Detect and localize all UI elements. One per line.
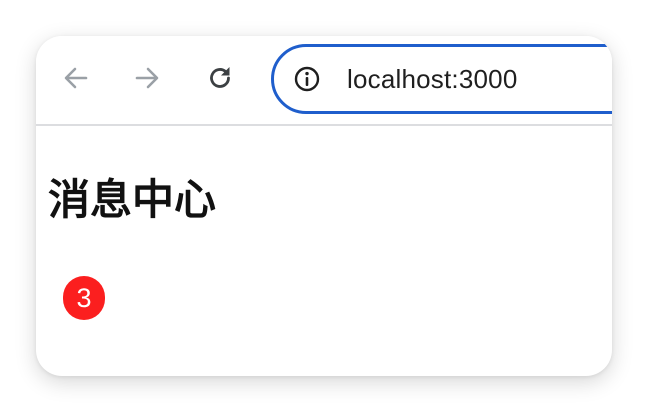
- screenshot-stage: localhost:3000 消息中心 3: [0, 0, 648, 412]
- page-content: 消息中心 3: [36, 126, 612, 376]
- site-info-button[interactable]: [292, 64, 322, 94]
- reload-icon: [210, 67, 230, 88]
- browser-window: localhost:3000 消息中心 3: [36, 36, 612, 376]
- arrow-right-icon: [135, 67, 159, 89]
- notification-count-badge: 3: [63, 276, 105, 320]
- arrow-left-icon: [64, 67, 88, 89]
- address-bar[interactable]: localhost:3000: [271, 44, 612, 114]
- info-icon: [294, 66, 320, 92]
- url-text[interactable]: localhost:3000: [347, 64, 517, 94]
- back-button[interactable]: [58, 60, 94, 96]
- browser-toolbar: localhost:3000: [36, 36, 612, 126]
- forward-button[interactable]: [129, 60, 165, 96]
- reload-button[interactable]: [202, 60, 238, 96]
- page-title: 消息中心: [48, 176, 217, 223]
